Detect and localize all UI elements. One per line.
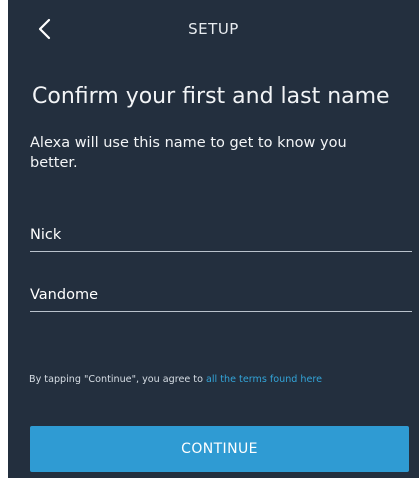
- terms-prefix: By tapping "Continue", you agree to: [29, 374, 206, 385]
- first-name-input[interactable]: [30, 222, 412, 252]
- page-title: SETUP: [188, 20, 239, 38]
- setup-screen: SETUP Confirm your first and last name A…: [8, 0, 419, 478]
- terms-link[interactable]: all the terms found here: [206, 374, 322, 385]
- continue-button[interactable]: CONTINUE: [30, 426, 409, 472]
- terms-notice: By tapping "Continue", you agree to all …: [29, 374, 322, 385]
- last-name-input[interactable]: [30, 282, 412, 312]
- subtitle: Alexa will use this name to get to know …: [30, 135, 347, 171]
- headline: Confirm your first and last name: [32, 84, 390, 109]
